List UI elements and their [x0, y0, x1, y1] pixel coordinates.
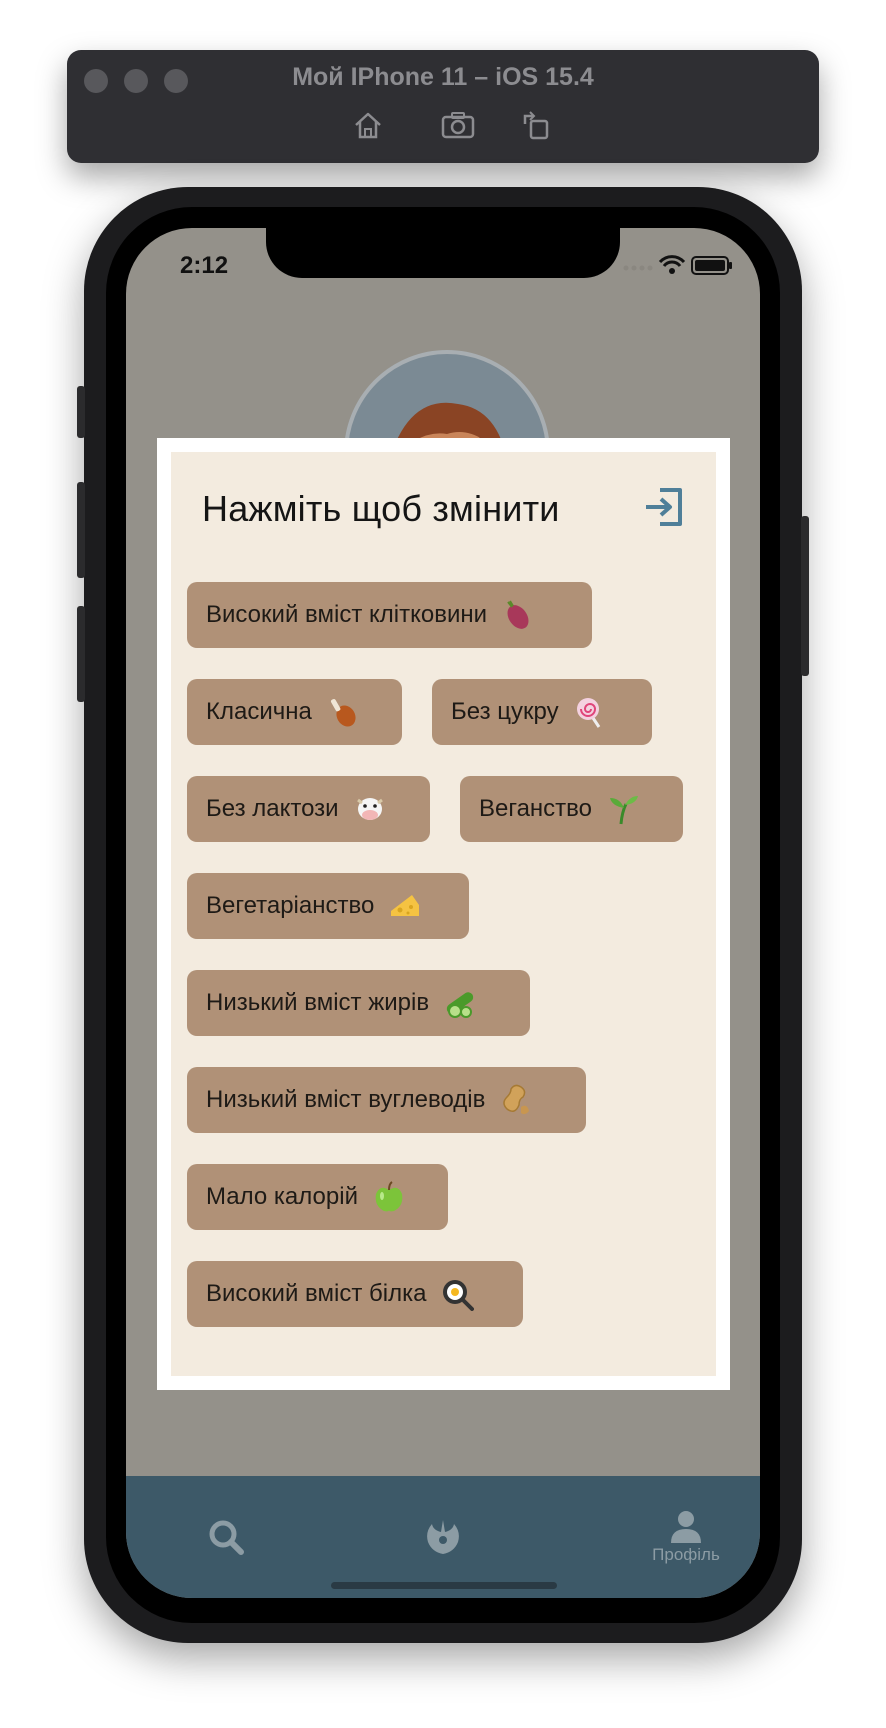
- home-indicator: [331, 1582, 557, 1589]
- status-time: 2:12: [180, 252, 229, 279]
- tag-lactose-free[interactable]: Без лактози: [187, 776, 430, 842]
- tab-favorites[interactable]: [403, 1476, 483, 1598]
- tag-low-calorie[interactable]: Мало калорій: [187, 1164, 448, 1230]
- tag-classic[interactable]: Класична: [187, 679, 402, 745]
- cellular-icon: [623, 265, 653, 271]
- sweet-potato-icon: [507, 600, 529, 629]
- rotate-icon[interactable]: [521, 110, 551, 140]
- exit-button[interactable]: [643, 486, 685, 528]
- tag-sugar-free[interactable]: Без цукру: [432, 679, 652, 745]
- tab-bar: Профіль: [126, 1476, 760, 1598]
- tab-profile[interactable]: Профіль: [626, 1476, 746, 1598]
- exit-icon: [646, 488, 682, 526]
- rebel-alliance-icon: [427, 1520, 459, 1554]
- search-icon: [209, 1520, 244, 1555]
- volume-down-button: [77, 606, 85, 702]
- tag-low-carb[interactable]: Низький вміст вуглеводів: [187, 1067, 586, 1133]
- tag-label: Класична: [206, 698, 312, 725]
- tag-label: Без лактози: [206, 795, 339, 822]
- battery-icon: [691, 256, 732, 275]
- wifi-icon: [658, 255, 686, 274]
- cow-face-icon: [356, 798, 383, 820]
- volume-up-button: [77, 482, 85, 578]
- tag-label: Без цукру: [451, 698, 559, 725]
- tag-vegan[interactable]: Веганство: [460, 776, 683, 842]
- home-icon[interactable]: [353, 110, 383, 140]
- peanuts-icon: [503, 1084, 530, 1115]
- green-apple-icon: [375, 1181, 403, 1212]
- simulator-title: Мой IPhone 11 – iOS 15.4: [292, 63, 594, 91]
- status-icons: [622, 254, 734, 281]
- tag-label: Вегетаріанство: [206, 892, 375, 919]
- person-icon: [671, 1511, 701, 1543]
- tag-label: Веганство: [479, 795, 593, 822]
- lollipop-icon: [576, 698, 600, 728]
- diet-preferences-modal: Нажміть щоб змінити Високий вміст клітко…: [157, 438, 730, 1390]
- screenshot-icon[interactable]: [441, 110, 475, 140]
- tag-label: Низький вміст вуглеводів: [206, 1086, 486, 1113]
- modal-content: Нажміть щоб змінити Високий вміст клітко…: [171, 452, 716, 1376]
- notch: [266, 228, 620, 278]
- cucumber-icon: [446, 992, 474, 1018]
- tag-vegetarian[interactable]: Вегетаріанство: [187, 873, 469, 939]
- tab-search[interactable]: [186, 1476, 266, 1598]
- tag-label: Високий вміст клітковини: [206, 601, 488, 628]
- tag-label: Низький вміст жирів: [206, 989, 430, 1016]
- fried-egg-icon: [443, 1280, 475, 1311]
- modal-title: Нажміть щоб змінити: [202, 488, 560, 529]
- tag-low-fat[interactable]: Низький вміст жирів: [187, 970, 530, 1036]
- tag-label: Високий вміст білка: [206, 1280, 427, 1307]
- tag-high-protein[interactable]: Високий вміст білка: [187, 1261, 523, 1327]
- poultry-leg-icon: [330, 699, 356, 727]
- tag-high-fiber[interactable]: Високий вміст клітковини: [187, 582, 592, 648]
- mute-switch: [77, 386, 85, 438]
- tab-profile-label: Профіль: [652, 1545, 720, 1564]
- seedling-icon: [610, 796, 639, 825]
- side-button: [801, 516, 809, 676]
- tag-label: Мало калорій: [206, 1183, 358, 1210]
- simulator-toolbar: Мой IPhone 11 – iOS 15.4: [67, 50, 819, 163]
- cheese-icon: [391, 895, 420, 916]
